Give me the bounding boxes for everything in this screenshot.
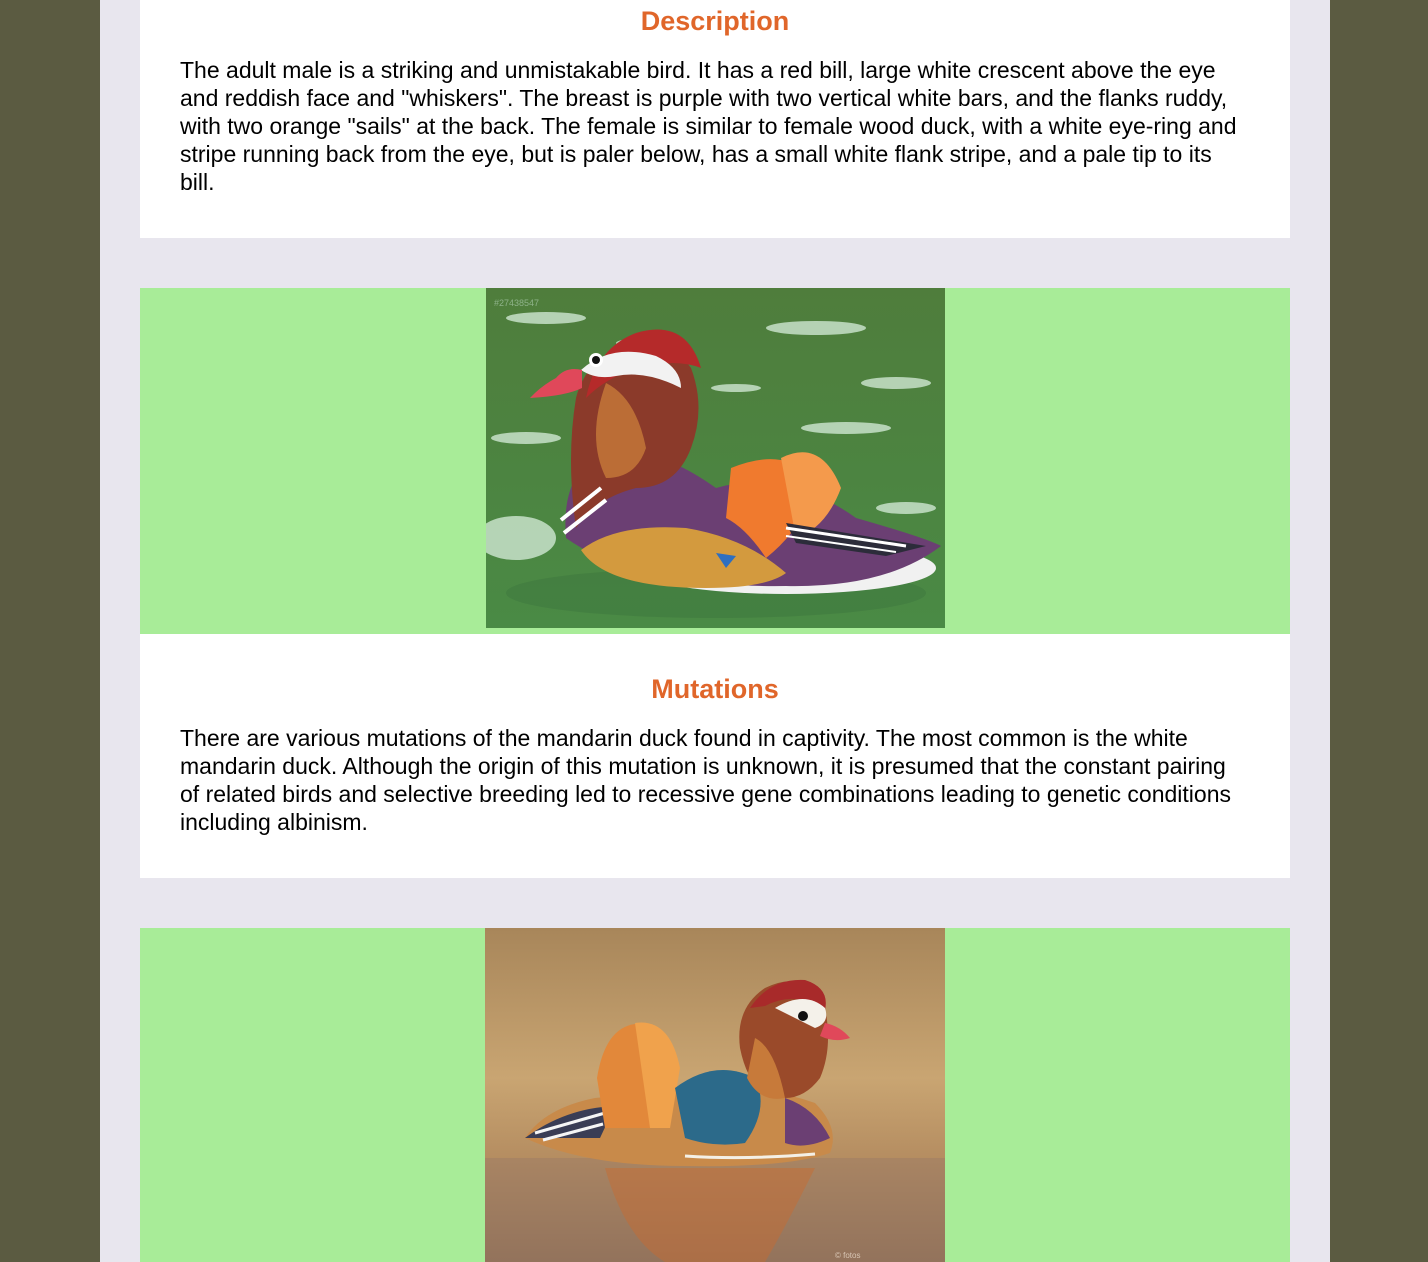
mutations-text: There are various mutations of the manda…	[180, 725, 1231, 835]
svg-text:#27438547: #27438547	[494, 298, 539, 308]
description-heading: Description	[640, 6, 790, 36]
mutations-heading: Mutations	[651, 674, 779, 704]
image-band-1: #27438547	[140, 288, 1290, 634]
description-card: Description The adult male is a striking…	[140, 0, 1290, 238]
page-container: Description The adult male is a striking…	[100, 0, 1330, 1262]
mutations-card: Mutations There are various mutations of…	[140, 634, 1290, 878]
mandarin-duck-reflection-image: © fotos	[485, 928, 945, 1262]
mandarin-duck-water-image: #27438547	[486, 288, 945, 628]
image-band-2: © fotos	[140, 928, 1290, 1262]
description-text: The adult male is a striking and unmista…	[180, 57, 1237, 195]
svg-text:© fotos: © fotos	[835, 1251, 860, 1260]
